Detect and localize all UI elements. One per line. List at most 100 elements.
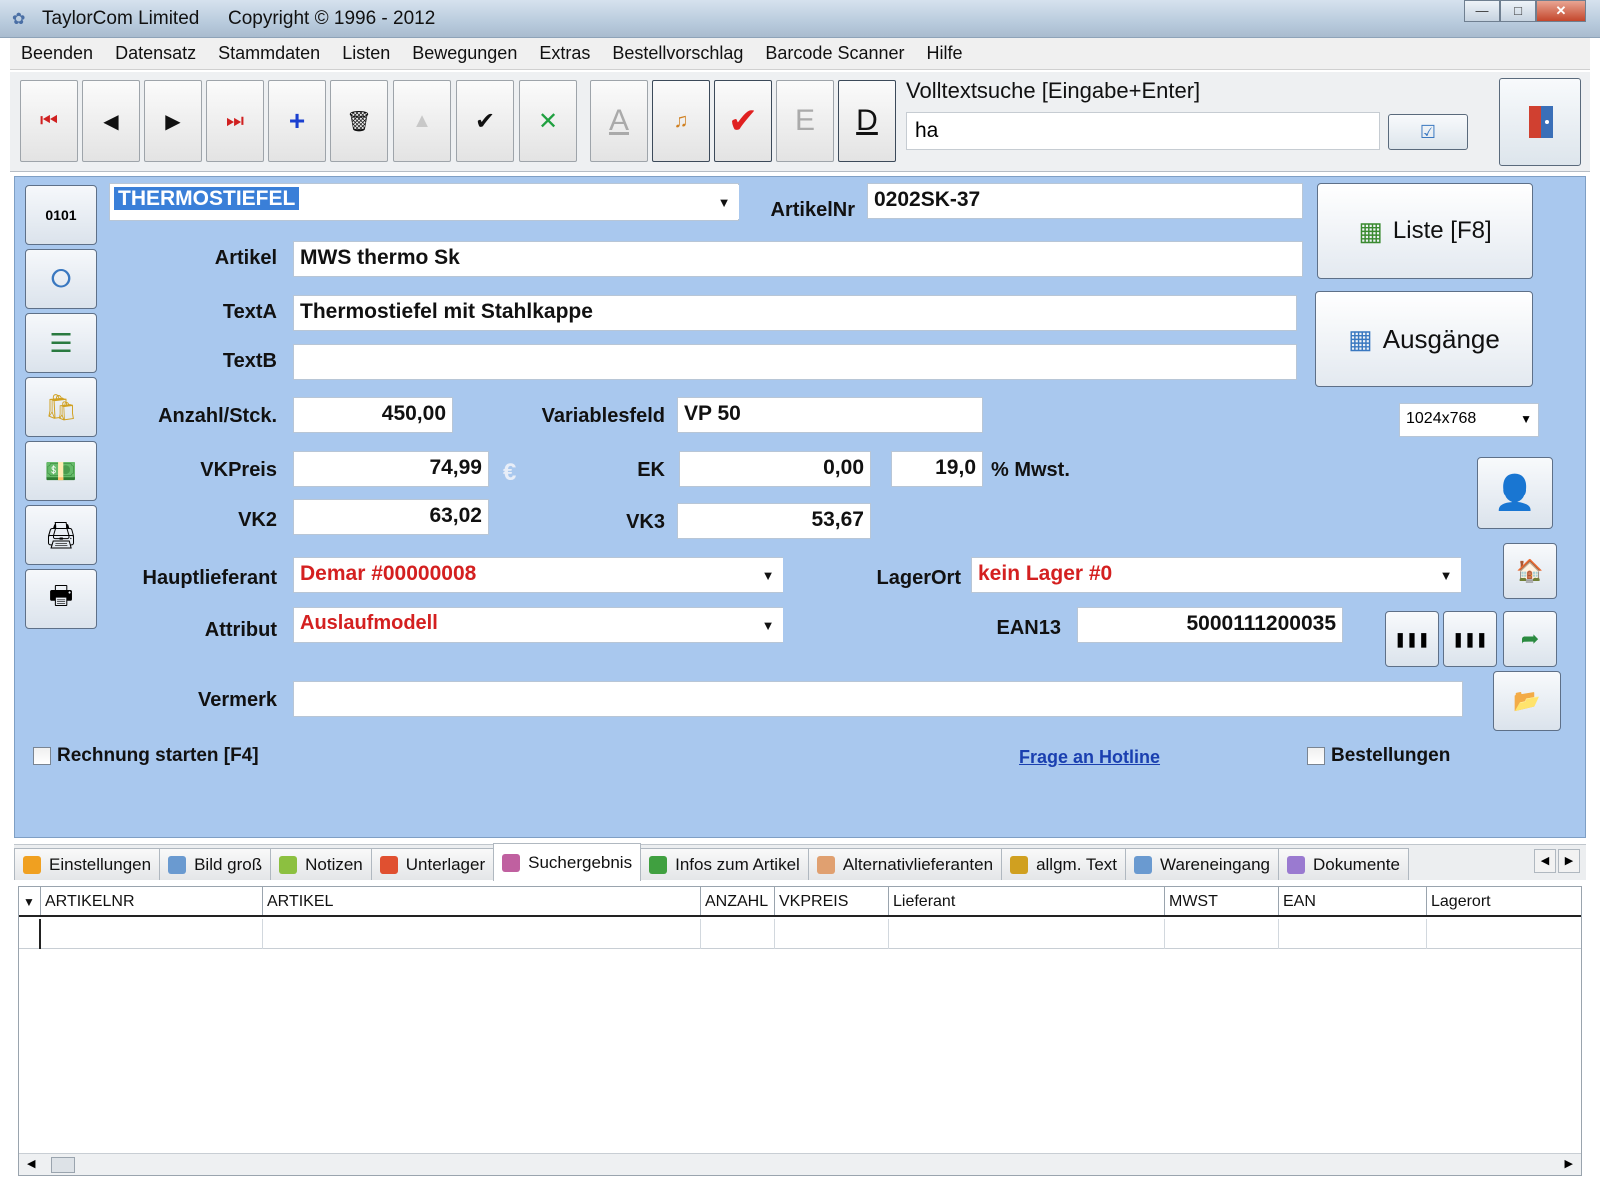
menu-barcode-scanner[interactable]: Barcode Scanner — [754, 43, 915, 64]
tab-dokumente[interactable]: Dokumente — [1277, 848, 1409, 880]
column-header-lieferant[interactable]: Lieferant — [889, 887, 1165, 915]
table-cell[interactable] — [41, 919, 263, 949]
table-row[interactable] — [19, 919, 1581, 949]
menu-beenden[interactable]: Beenden — [10, 43, 104, 64]
artikelnr-field[interactable]: 0202SK-37 — [867, 183, 1303, 219]
menu-datensatz[interactable]: Datensatz — [104, 43, 207, 64]
chevron-down-icon[interactable]: ▼ — [1431, 558, 1461, 592]
menu-hilfe[interactable]: Hilfe — [916, 43, 974, 64]
table-cell[interactable] — [263, 919, 701, 949]
horizontal-scrollbar[interactable]: ◀ ▶ — [19, 1153, 1581, 1175]
tab-wareneingang[interactable]: Wareneingang — [1125, 848, 1279, 880]
table-cell[interactable] — [1279, 919, 1427, 949]
chevron-down-icon[interactable]: ▼ — [753, 608, 783, 642]
chevron-down-icon[interactable]: ▼ — [709, 185, 739, 219]
table-cell[interactable] — [701, 919, 775, 949]
sidebar-button-print[interactable]: 🖨 — [25, 505, 97, 565]
tab-notizen[interactable]: Notizen — [270, 848, 372, 880]
vermerk-edit-button[interactable]: 📂 — [1493, 671, 1561, 731]
ek-field[interactable]: 0,00 — [679, 451, 871, 487]
cancel-button[interactable]: ✕ — [519, 80, 577, 162]
sidebar-button-list[interactable]: ☰ — [25, 313, 97, 373]
column-header-ean[interactable]: EAN — [1279, 887, 1427, 915]
tab-infos-zum-artikel[interactable]: Infos zum Artikel — [640, 848, 809, 880]
scroll-right-icon[interactable]: ▶ — [1565, 1157, 1573, 1170]
sidebar-button-transfer[interactable]: ⭘ — [25, 249, 97, 309]
scroll-left-icon[interactable]: ◀ — [27, 1157, 35, 1170]
add-record-button[interactable]: + — [268, 80, 326, 162]
column-header-vkpreis[interactable]: VKPREIS — [775, 887, 889, 915]
previous-record-button[interactable]: ◀ — [82, 80, 140, 162]
anzahl-field[interactable]: 450,00 — [293, 397, 453, 433]
sidebar-button-shopping[interactable]: 🛍 — [25, 377, 97, 437]
artikel-field[interactable]: MWS thermo Sk — [293, 241, 1303, 277]
warehouse-button[interactable]: 🏠 — [1503, 543, 1557, 599]
liste-button[interactable]: ▦ Liste [F8] — [1317, 183, 1533, 279]
barcode-1884-button[interactable]: ❚❚❚ — [1443, 611, 1497, 667]
column-header-mwst[interactable]: MWST — [1165, 887, 1279, 915]
sidebar-button-binary[interactable]: 0101 — [25, 185, 97, 245]
table-cell[interactable] — [889, 919, 1165, 949]
menu-bestellvorschlag[interactable]: Bestellvorschlag — [601, 43, 754, 64]
vermerk-field[interactable] — [293, 681, 1463, 717]
rechnung-checkbox[interactable] — [33, 747, 51, 765]
red-check-button[interactable]: ✔ — [714, 80, 772, 162]
tab-suchergebnis[interactable]: Suchergebnis — [493, 843, 642, 881]
tab-scroll-left-icon[interactable]: ◀ — [1534, 849, 1556, 873]
barcode-transfer-button[interactable]: ➦ — [1503, 611, 1557, 667]
menu-listen[interactable]: Listen — [331, 43, 401, 64]
confirm-button[interactable]: ✔ — [456, 80, 514, 162]
search-submit-button[interactable]: ☑ — [1388, 114, 1468, 150]
letter-a-button[interactable]: A — [590, 80, 648, 162]
chevron-down-icon[interactable]: ▼ — [753, 558, 783, 592]
stamp-button[interactable]: ♫ — [652, 80, 710, 162]
textb-field[interactable] — [293, 344, 1297, 380]
exit-button[interactable] — [1499, 78, 1581, 166]
delete-record-button[interactable]: 🗑 — [330, 80, 388, 162]
vk3-field[interactable]: 53,67 — [677, 503, 871, 539]
next-record-button[interactable]: ▶ — [144, 80, 202, 162]
last-record-button[interactable]: ⏭ — [206, 80, 264, 162]
sidebar-button-money[interactable]: 💵 — [25, 441, 97, 501]
letter-e-button[interactable]: E — [776, 80, 834, 162]
column-header-lagerort[interactable]: Lagerort — [1427, 887, 1577, 915]
attribut-combo[interactable]: Auslaufmodell — [293, 607, 783, 643]
column-header-anzahl[interactable]: ANZAHL — [701, 887, 775, 915]
hotline-link[interactable]: Frage an Hotline — [1019, 747, 1160, 768]
menu-stammdaten[interactable]: Stammdaten — [207, 43, 331, 64]
tab-unterlager[interactable]: Unterlager — [370, 848, 495, 880]
menu-extras[interactable]: Extras — [528, 43, 601, 64]
column-header-artikel[interactable]: ARTIKEL — [263, 887, 701, 915]
contact-person-button[interactable]: 👤 — [1477, 457, 1553, 529]
vk2-field[interactable]: 63,02 — [293, 499, 489, 535]
ausgaenge-button[interactable]: ▦ Ausgänge — [1315, 291, 1533, 387]
barcode-1234-button[interactable]: ❚❚❚ — [1385, 611, 1439, 667]
ean13-field[interactable]: 5000111200035 — [1077, 607, 1343, 643]
tab-bild-gross[interactable]: Bild groß — [159, 848, 272, 880]
mwst-field[interactable]: 19,0 — [891, 451, 983, 487]
maximize-button[interactable]: □ — [1500, 0, 1536, 22]
tab-einstellungen[interactable]: Einstellungen — [14, 848, 161, 880]
vkpreis-field[interactable]: 74,99 — [293, 451, 489, 487]
fulltext-search-input[interactable] — [906, 112, 1380, 150]
texta-field[interactable]: Thermostiefel mit Stahlkappe — [293, 295, 1297, 331]
tab-allgm-text[interactable]: allgm. Text — [1001, 848, 1127, 880]
edit-record-button[interactable]: ▲ — [393, 80, 451, 162]
column-header-artikelnr[interactable]: ARTIKELNR — [41, 887, 263, 915]
letter-d-button[interactable]: D — [838, 80, 896, 162]
tab-scroll-right-icon[interactable]: ▶ — [1558, 849, 1580, 873]
bestellungen-checkbox[interactable] — [1307, 747, 1325, 765]
tab-alternativlieferanten[interactable]: Alternativlieferanten — [807, 848, 1003, 880]
minimize-button[interactable]: — — [1464, 0, 1500, 22]
menu-bewegungen[interactable]: Bewegungen — [401, 43, 528, 64]
variablesfeld-field[interactable]: VP 50 — [677, 397, 983, 433]
lagerort-combo[interactable]: kein Lager #0 — [971, 557, 1461, 593]
close-window-button[interactable]: ✕ — [1536, 0, 1586, 22]
table-cell[interactable] — [1165, 919, 1279, 949]
hauptlieferant-combo[interactable]: Demar #00000008 — [293, 557, 783, 593]
table-cell[interactable] — [775, 919, 889, 949]
category-combo[interactable]: THERMOSTIEFEL — [109, 183, 739, 221]
first-record-button[interactable]: ⏮ — [20, 80, 78, 162]
resolution-combo[interactable]: 1024x768 ▼ — [1399, 403, 1539, 437]
grid-row-selector-icon[interactable]: ▼ — [19, 887, 41, 915]
